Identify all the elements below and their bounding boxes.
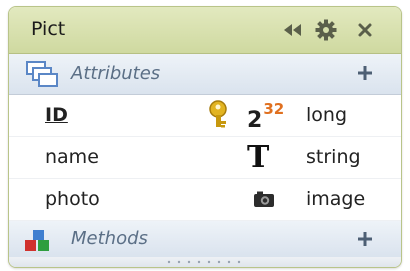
attribute-row-id[interactable]: ID 2 32 long bbox=[9, 95, 401, 137]
attribute-name: ID bbox=[45, 104, 68, 126]
attribute-name: photo bbox=[45, 188, 100, 210]
resize-grip[interactable] bbox=[9, 257, 401, 267]
integer-icon-exponent: 32 bbox=[263, 100, 285, 118]
close-button[interactable] bbox=[351, 17, 379, 43]
collapse-button[interactable] bbox=[279, 17, 307, 43]
integer-2-32-icon: 2 32 bbox=[247, 98, 285, 133]
methods-blocks-icon bbox=[25, 230, 49, 251]
double-chevron-left-icon bbox=[284, 24, 301, 36]
gear-icon bbox=[315, 19, 337, 41]
attribute-row-name[interactable]: name T string bbox=[9, 137, 401, 179]
entity-title: Pict bbox=[31, 18, 66, 40]
attribute-type: long bbox=[306, 104, 348, 126]
attribute-row-photo[interactable]: photo image bbox=[9, 179, 401, 221]
key-icon bbox=[207, 98, 233, 132]
settings-button[interactable] bbox=[312, 17, 340, 43]
attributes-section-label: Attributes bbox=[71, 63, 161, 84]
text-T-glyph: T bbox=[247, 139, 270, 175]
integer-icon-base: 2 bbox=[247, 107, 263, 133]
close-icon bbox=[358, 23, 372, 37]
title-bar[interactable]: Pict bbox=[9, 7, 401, 54]
methods-section-header[interactable]: Methods bbox=[9, 221, 401, 258]
camera-icon bbox=[253, 182, 275, 216]
attribute-type: image bbox=[306, 188, 366, 210]
attributes-section-header[interactable]: Attributes bbox=[9, 54, 401, 95]
attribute-name: name bbox=[45, 146, 99, 168]
entity-panel: Pict Attributes ID 2 32 long name T stri… bbox=[8, 6, 402, 268]
grip-dots-icon bbox=[167, 260, 241, 264]
add-attribute-button[interactable] bbox=[351, 58, 379, 88]
add-method-button[interactable] bbox=[351, 224, 379, 254]
methods-section-label: Methods bbox=[71, 228, 148, 249]
attribute-type: string bbox=[306, 146, 361, 168]
plus-icon bbox=[358, 232, 372, 246]
attributes-stack-icon bbox=[26, 61, 58, 87]
plus-icon bbox=[358, 66, 372, 80]
text-T-icon: T bbox=[247, 139, 270, 175]
